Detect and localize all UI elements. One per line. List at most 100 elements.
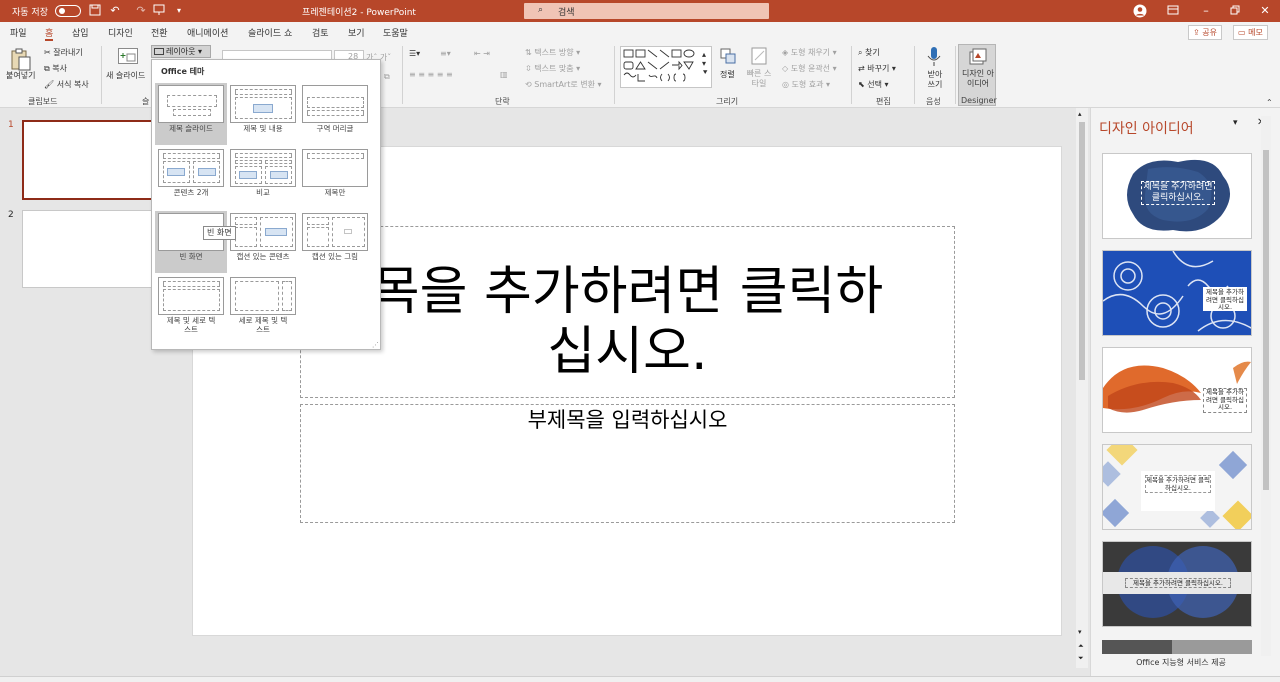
dictate-button[interactable]: 받아 쓰기 [924,70,946,90]
layout-title-slide[interactable]: 제목 슬라이드 [155,83,227,145]
design-idea-3[interactable]: 제목을 추가하려면 클릭하십시오. [1102,347,1252,433]
quick-styles-button[interactable]: 빠른 스타일 [744,69,774,89]
new-slide-icon[interactable] [118,48,138,64]
replace-button[interactable]: ⇄ 바꾸기 ▾ [858,63,896,74]
cut-button[interactable]: ✂ 잘라내기 [44,47,83,58]
tab-animations[interactable]: 애니메이션 [187,26,228,39]
new-slide-button[interactable]: 새 슬라이드 [106,70,145,81]
slide-thumbnail-2[interactable] [22,210,170,288]
numbering-icon[interactable]: ≡▾ [440,49,451,58]
search-box[interactable]: ⌕ 검색 [524,3,769,19]
search-placeholder: 검색 [558,8,575,18]
tab-review[interactable]: 검토 [312,26,329,39]
share-icon: ⇪ [1193,28,1203,37]
design-idea-5[interactable]: 제목을 추가하려면 클릭하십시오. [1102,541,1252,627]
restore-icon[interactable] [1228,4,1242,18]
tab-home[interactable]: 홈 [45,26,54,41]
layout-picture-with-caption[interactable]: 캡션 있는 그림 [299,211,371,273]
customize-qat-icon[interactable]: ▾ [172,4,186,18]
layout-section-header[interactable]: 구역 머리글 [299,83,371,145]
tab-insert[interactable]: 삽입 [72,26,89,39]
microphone-icon[interactable] [926,46,942,68]
tab-view[interactable]: 보기 [348,26,365,39]
layout-two-content[interactable]: 콘텐츠 2개 [155,147,227,209]
find-label: 찾기 [865,48,880,57]
shapes-gallery[interactable] [620,46,712,88]
slide-thumbnail-1[interactable] [22,120,170,200]
arrange-button[interactable]: 정렬 [720,69,735,80]
smartart-label: SmartArt로 변환 [534,80,595,89]
comments-button[interactable]: ▭ 메모 [1233,25,1268,40]
design-pane-scrollbar[interactable] [1261,116,1271,656]
collapse-ribbon-icon[interactable]: ⌃ [1266,98,1273,107]
shape-outline-button[interactable]: ◇ 도형 윤곽선 ▾ [782,63,837,74]
canvas-scrollbar[interactable]: ▴ ▾ ⏶ ⏷ [1076,108,1088,668]
gallery-scroll-icon[interactable]: ▴ ▾ ⯆ [702,50,708,78]
title-text[interactable]: 목을 추가하려면 클릭하 십시오. [300,262,955,382]
subtitle-text[interactable]: 부제목을 입력하십시오 [300,404,955,434]
share-button[interactable]: ⇪ 공유 [1188,25,1222,40]
layout-blank[interactable]: 빈 화면 [155,211,227,273]
separator [101,46,102,104]
placeholder-outline [235,153,292,158]
scroll-up-icon[interactable]: ▴ [1078,110,1082,118]
layout-preview [158,149,224,187]
format-painter-button[interactable]: 🖌 서식 복사 [44,79,89,90]
paste-button[interactable]: 붙여넣기 [6,70,35,81]
layout-title-and-vertical-text[interactable]: 제목 및 세로 텍스트 [155,275,227,347]
autosave-toggle[interactable] [55,5,81,17]
design-idea-2[interactable]: 제목을 추가하려면 클릭하십시오. [1102,250,1252,336]
undo-icon[interactable]: ↶ [108,4,122,18]
design-idea-1[interactable]: 제목을 추가하려면 클릭하십시오. [1102,153,1252,239]
canvas-scroll-thumb[interactable] [1079,122,1085,380]
design-idea-6-partial[interactable] [1102,640,1252,654]
shape-fill-button[interactable]: ◈ 도형 채우기 ▾ [782,47,837,58]
align-text-button[interactable]: ⇳ 텍스트 맞춤 ▾ [525,63,580,74]
redo-icon[interactable]: ↷ [134,4,148,18]
layout-label: 콘텐츠 2개 [173,188,209,197]
tab-file[interactable]: 파일 [10,26,27,39]
placeholder-outline [307,227,329,247]
pane-options-icon[interactable]: ▾ [1233,118,1238,128]
layout-vertical-title-and-text[interactable]: 세로 제목 및 텍스트 [227,275,299,347]
save-icon[interactable] [88,4,102,18]
quick-styles-icon[interactable] [750,46,770,68]
design-pane-scroll-thumb[interactable] [1263,150,1269,490]
design-idea-4[interactable]: 제목을 추가하려면 클릭하십시오. [1102,444,1252,530]
layout-title-and-content[interactable]: 제목 및 내용 [227,83,299,145]
layout-comparison[interactable]: 비교 [227,147,299,209]
tab-slideshow[interactable]: 슬라이드 쇼 [248,26,292,39]
tab-help[interactable]: 도움말 [383,26,408,39]
find-button[interactable]: ⌕ 찾기 [858,47,880,58]
layout-content-with-caption[interactable]: 캡션 있는 콘텐츠 [227,211,299,273]
tab-transitions[interactable]: 전환 [151,26,168,39]
account-icon[interactable] [1133,4,1147,18]
smartart-button[interactable]: ⟲ SmartArt로 변환 ▾ [525,79,602,90]
layout-button[interactable]: 레이아웃 ▾ [151,45,211,58]
indent-icons[interactable]: ⇤ ⇥ [474,49,490,58]
paste-icon[interactable] [10,48,32,72]
minimize-icon[interactable]: – [1199,4,1213,18]
placeholder-outline [235,89,292,95]
layout-title-only[interactable]: 제목만 [299,147,371,209]
arrange-icon[interactable] [720,48,738,68]
design-ideas-label: 디자인 아이디어 [962,69,994,88]
editing-group-label: 편집 [876,97,891,106]
ribbon-display-icon[interactable] [1166,4,1180,18]
next-slide-icon[interactable]: ⏷ [1078,654,1084,663]
columns-icon[interactable]: ▥ [500,70,508,79]
select-button[interactable]: ⬉ 선택 ▾ [858,79,889,90]
content-icon [270,171,288,179]
copy-button[interactable]: ⧉ 복사 [44,63,67,74]
tab-design[interactable]: 디자인 [108,26,133,39]
present-icon[interactable] [152,4,166,18]
scroll-down-icon[interactable]: ▾ [1078,628,1082,636]
shape-effects-button[interactable]: ◎ 도형 효과 ▾ [782,79,830,90]
bullets-icon[interactable]: ☰▾ [409,49,420,58]
align-icons[interactable]: ≡ ≡ ≡ ≡ ≡ [409,70,453,79]
prev-slide-icon[interactable]: ⏶ [1078,642,1084,651]
resize-grip-icon[interactable]: ⋰ [372,341,379,349]
text-direction-button[interactable]: ⇅ 텍스트 방향 ▾ [525,47,580,58]
clear-format-icon[interactable]: ⧉ [384,72,390,82]
close-icon[interactable]: ✕ [1258,4,1272,18]
